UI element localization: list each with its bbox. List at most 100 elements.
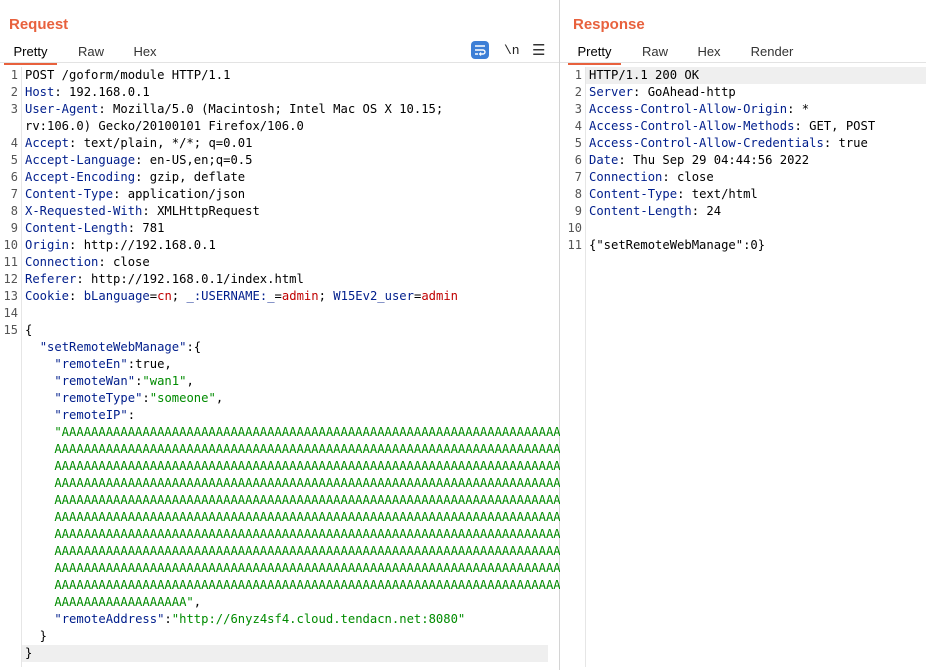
code-token: : text/html [677,187,758,201]
line-number: 11 [567,238,582,252]
code-token: Host [25,85,55,99]
code-token: : 24 [691,204,722,218]
code-token: : [69,289,84,303]
code-token: : text/plain, */*; q=0.01 [69,136,253,150]
tab-hex[interactable]: Hex [124,42,166,63]
line-number [0,543,18,560]
code-line: Content-Type: text/html [589,186,758,203]
line-number [0,560,18,577]
code-line: Accept-Language: en-US,en;q=0.5 [25,152,252,169]
code-token: : en-US,en;q=0.5 [135,153,253,167]
code-line: Origin: http://192.168.0.1 [25,237,216,254]
code-line: Content-Type: application/json [25,186,245,203]
code-token: : close [662,170,714,184]
line-number: 6 [10,170,18,184]
code-token: Connection [25,255,99,269]
code-token: Content-Type [589,187,678,201]
line-number: 2 [574,85,582,99]
code-line: } [25,645,32,662]
line-number: 7 [10,187,18,201]
code-line: Content-Length: 781 [25,220,164,237]
line-number [0,424,18,441]
code-token: AAAAAAAAAAAAAAAAAAAAAAAAAAAAAAAAAAAAAAAA… [25,442,568,456]
code-line: Access-Control-Allow-Methods: GET, POST [589,118,875,135]
line-number: 6 [574,153,582,167]
tab-raw[interactable]: Raw [634,42,676,63]
code-line: "remoteWan":"wan1", [25,373,194,390]
code-token: : GET, POST [794,119,876,133]
request-title: Request [9,16,69,33]
newline-toggle-button[interactable]: \n [504,43,520,58]
line-number: 15 [3,323,18,337]
code-line: AAAAAAAAAAAAAAAAAAAAAAAAAAAAAAAAAAAAAAAA… [25,509,568,526]
line-number [0,628,18,645]
code-token: "AAAAAAAAAAAAAAAAAAAAAAAAAAAAAAAAAAAAAAA… [25,425,568,439]
code-token: W15Ev2_user [333,289,414,303]
line-number [0,509,18,526]
code-token: rv:106.0) Gecko/20100101 Firefox/106.0 [25,119,304,133]
code-token: Access-Control-Allow-Origin [589,102,788,116]
line-number: 3 [574,102,582,116]
code-token: , [215,391,224,405]
code-token: } [25,646,33,660]
code-token: , [186,374,194,388]
line-number [0,118,18,135]
code-line: Referer: http://192.168.0.1/index.html [25,271,304,288]
code-token: "remoteAddress" [54,612,165,626]
tab-raw[interactable]: Raw [70,42,112,63]
code-token: AAAAAAAAAAAAAAAAAAAAAAAAAAAAAAAAAAAAAAAA… [25,578,568,592]
tab-render[interactable]: Render [746,42,798,63]
code-line: Access-Control-Allow-Credentials: true [589,135,868,152]
line-number: 8 [574,187,582,201]
code-line: Date: Thu Sep 29 04:44:56 2022 [589,152,809,169]
code-line: X-Requested-With: XMLHttpRequest [25,203,260,220]
hamburger-menu-icon[interactable]: ☰ [532,41,545,59]
code-token: AAAAAAAAAAAAAAAAAA" [25,595,194,609]
tab-divider [0,62,559,63]
code-token: Access-Control-Allow-Methods [589,119,795,133]
line-number: 7 [574,170,582,184]
code-token: Content-Type [25,187,114,201]
line-number [0,645,18,662]
code-token: User-Agent [25,102,99,116]
code-line: AAAAAAAAAAAAAAAAAAAAAAAAAAAAAAAAAAAAAAAA… [25,475,568,492]
code-token: : [164,612,172,626]
code-line: } [25,628,47,645]
code-token: Content-Length [589,204,692,218]
code-token: "someone" [149,391,216,405]
line-number: 4 [574,119,582,133]
code-token: : * [787,102,810,116]
tab-hex[interactable]: Hex [688,42,730,63]
code-token: Accept-Encoding [25,170,136,184]
code-line: Server: GoAhead-http [589,84,736,101]
code-line: rv:106.0) Gecko/20100101 Firefox/106.0 [25,118,304,135]
code-token: HTTP/1.1 200 OK [589,68,700,82]
wrap-lines-icon[interactable] [471,41,489,59]
code-token: = [274,289,282,303]
tab-divider [560,62,926,63]
line-number: 1 [574,68,582,82]
code-line: Accept-Encoding: gzip, deflate [25,169,245,186]
line-number [0,339,18,356]
code-token: ; [171,289,187,303]
code-token: AAAAAAAAAAAAAAAAAAAAAAAAAAAAAAAAAAAAAAAA… [25,493,568,507]
line-number: 12 [3,272,18,286]
code-token: "remoteWan" [54,374,136,388]
code-line: Connection: close [589,169,714,186]
line-number: 14 [3,306,18,320]
code-token: Server [589,85,634,99]
line-number: 5 [574,136,582,150]
code-line: {"setRemoteWebManage":0} [589,237,765,254]
code-token: : [142,391,150,405]
code-token: AAAAAAAAAAAAAAAAAAAAAAAAAAAAAAAAAAAAAAAA… [25,527,568,541]
code-token: :true, [127,357,172,371]
current-line-highlight [22,645,548,662]
code-token: Origin [25,238,70,252]
code-line: Accept: text/plain, */*; q=0.01 [25,135,252,152]
